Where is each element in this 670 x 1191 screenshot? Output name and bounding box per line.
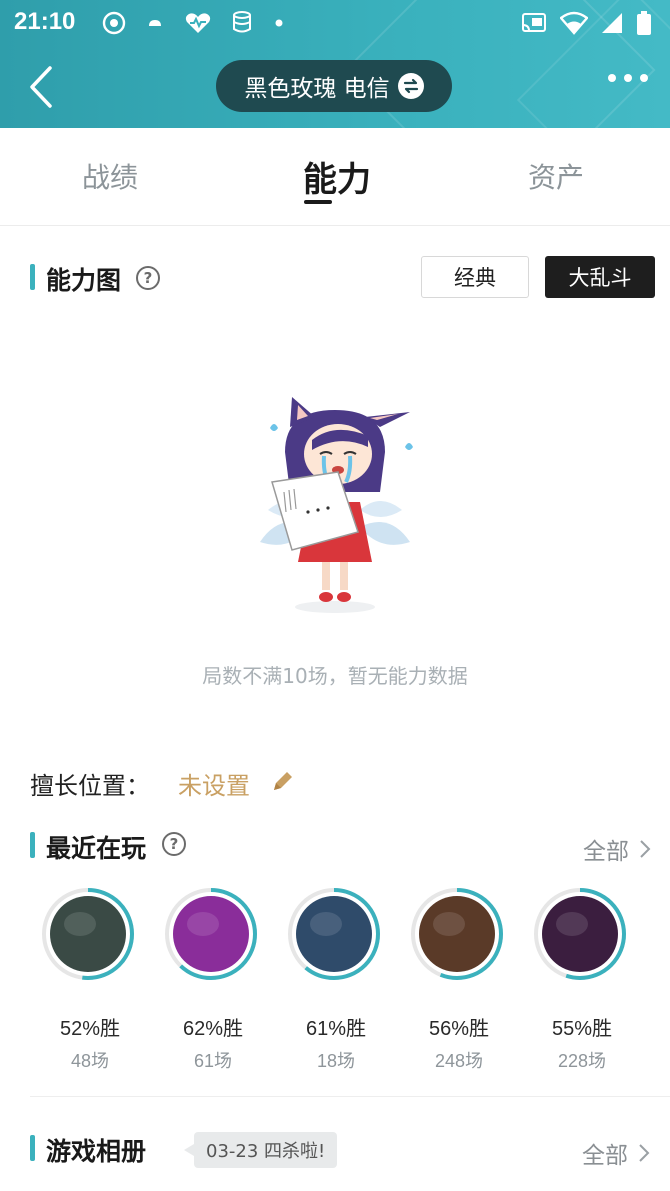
- more-icon: [640, 74, 648, 82]
- app-icon: [102, 11, 126, 35]
- champion-winrate-ring: [42, 888, 134, 980]
- active-tab-indicator: [304, 200, 332, 204]
- tab-record[interactable]: 战绩: [82, 156, 138, 196]
- champion-item[interactable]: 62%胜 61场: [163, 886, 263, 1073]
- nav-bar: 黑色玫瑰 电信: [0, 50, 670, 120]
- position-value[interactable]: 未设置: [178, 766, 250, 801]
- champion-winrate: 52%胜: [59, 1018, 121, 1040]
- champion-winrate: 56%胜: [428, 1018, 490, 1040]
- mode-aram-button[interactable]: 大乱斗: [545, 256, 655, 298]
- status-bar: 21:10: [0, 0, 670, 46]
- status-time: 21:10: [14, 8, 76, 35]
- cloud-icon: [149, 20, 161, 26]
- header: 21:10 黑色玫瑰 电信: [0, 0, 670, 128]
- recent-all-link[interactable]: 全部: [583, 832, 651, 866]
- account-switcher[interactable]: 黑色玫瑰 电信: [216, 60, 452, 112]
- champion-item[interactable]: 52%胜 48场: [40, 886, 140, 1073]
- tab-bar: 战绩 能力 资产: [0, 128, 670, 226]
- ability-section-title: 能力图: [46, 266, 122, 295]
- account-title: 黑色玫瑰 电信: [244, 76, 390, 102]
- cast-icon: [522, 13, 546, 32]
- help-icon[interactable]: ?: [136, 266, 160, 290]
- champion-winrate: 55%胜: [551, 1018, 613, 1040]
- champion-winrate-ring: [534, 888, 626, 980]
- chevron-right-icon: [639, 1144, 650, 1162]
- position-label: 擅长位置：: [30, 772, 150, 800]
- back-button[interactable]: [22, 64, 62, 110]
- more-icon: [624, 74, 632, 82]
- battery-icon: [637, 11, 651, 35]
- tab-ability[interactable]: 能力: [303, 152, 371, 201]
- pencil-icon[interactable]: [270, 768, 296, 794]
- empty-state-illustration: [260, 397, 413, 613]
- section-marker: [30, 1135, 35, 1161]
- database-icon: [233, 11, 251, 33]
- album-all-label: 全部: [582, 1143, 628, 1169]
- champion-item[interactable]: 55%胜 228场: [532, 886, 632, 1073]
- empty-state-message: 局数不满10场，暂无能力数据: [202, 664, 468, 688]
- album-all-link[interactable]: 全部: [582, 1136, 650, 1170]
- champion-games: 61场: [193, 1051, 233, 1071]
- more-button[interactable]: [608, 74, 648, 82]
- section-divider: [30, 1096, 670, 1097]
- champion-games: 18场: [316, 1051, 356, 1071]
- champion-games: 228场: [557, 1051, 607, 1071]
- more-icon: [608, 74, 616, 82]
- champion-games: 48场: [70, 1051, 110, 1071]
- dot-icon: [275, 19, 283, 27]
- champion-winrate-ring: [411, 888, 503, 980]
- recent-section-title: 最近在玩: [46, 834, 147, 863]
- chevron-left-icon: [30, 66, 52, 108]
- health-icon: [185, 13, 211, 33]
- champion-winrate: 61%胜: [305, 1018, 367, 1040]
- champion-winrate-ring: [288, 888, 380, 980]
- album-tooltip: 03-23 四杀啦!: [183, 1132, 338, 1168]
- chevron-right-icon: [640, 840, 651, 858]
- champion-winrate: 62%胜: [182, 1018, 244, 1040]
- champion-games: 248场: [434, 1051, 484, 1071]
- help-icon[interactable]: ?: [162, 832, 186, 856]
- section-marker: [30, 264, 35, 290]
- section-marker: [30, 832, 35, 858]
- signal-icon: [602, 13, 622, 33]
- champion-item[interactable]: 61%胜 18场: [286, 886, 386, 1073]
- swap-icon: [397, 73, 424, 99]
- champion-winrate-ring: [165, 888, 257, 980]
- album-section-title: 游戏相册: [46, 1137, 147, 1166]
- recent-all-label: 全部: [583, 839, 629, 865]
- mode-classic-button[interactable]: 经典: [421, 256, 529, 298]
- wifi-icon: [560, 11, 588, 35]
- champion-item[interactable]: 56%胜 248场: [409, 886, 509, 1073]
- tab-assets[interactable]: 资产: [528, 156, 584, 196]
